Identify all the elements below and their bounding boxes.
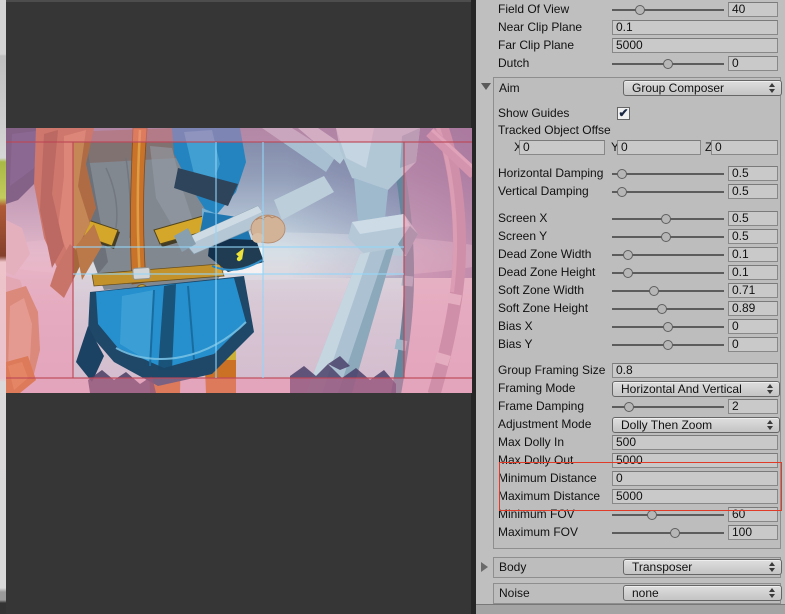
noise-section-title: Noise	[499, 586, 599, 601]
label-screen-y: Screen Y	[498, 229, 611, 244]
label-dead-zone-width: Dead Zone Width	[498, 247, 611, 262]
slider-track-minimum-fov[interactable]	[612, 514, 724, 516]
slider-thumb-maximum-fov[interactable]	[670, 528, 680, 538]
body-dropdown-value: Transposer	[632, 560, 692, 574]
dropdown-arrows-icon	[769, 588, 776, 598]
label-bias-y: Bias Y	[498, 337, 611, 352]
label-far-clip-plane: Far Clip Plane	[498, 38, 611, 53]
slider-thumb-field-of-view[interactable]	[635, 5, 645, 15]
composer-guides	[6, 128, 472, 393]
slider-thumb-screen-x[interactable]	[661, 214, 671, 224]
panel-top-border	[0, 0, 476, 2]
value-field-dead-zone-width[interactable]: 0.1	[728, 247, 778, 262]
label-maximum-fov: Maximum FOV	[498, 525, 611, 540]
label-adjustment-mode: Adjustment Mode	[498, 417, 611, 432]
vector-field-z[interactable]: 0	[711, 140, 778, 155]
noise-dropdown-value: none	[632, 586, 659, 600]
value-field-horizontal-damping[interactable]: 0.5	[728, 166, 778, 181]
body-implementation-dropdown[interactable]: Transposer	[623, 559, 782, 575]
aim-section-title: Aim	[499, 81, 599, 96]
text-field-max-dolly-in[interactable]: 500	[612, 435, 778, 450]
aim-foldout-icon[interactable]	[481, 83, 491, 90]
label-max-dolly-in: Max Dolly In	[498, 435, 611, 450]
slider-thumb-dutch[interactable]	[663, 59, 673, 69]
label-show-guides: Show Guides	[498, 106, 611, 121]
value-field-bias-y[interactable]: 0	[728, 337, 778, 352]
text-field-near-clip-plane[interactable]: 0.1	[612, 20, 778, 35]
slider-track-soft-zone-height[interactable]	[612, 308, 724, 310]
noise-implementation-dropdown[interactable]: none	[623, 585, 782, 601]
section-noise: Noise none	[493, 583, 781, 604]
label-framing-mode: Framing Mode	[498, 381, 611, 396]
value-field-screen-x[interactable]: 0.5	[728, 211, 778, 226]
value-field-field-of-view[interactable]: 40	[728, 2, 778, 17]
value-field-soft-zone-width[interactable]: 0.71	[728, 283, 778, 298]
vector-field-y[interactable]: 0	[617, 140, 701, 155]
label-dead-zone-height: Dead Zone Height	[498, 265, 611, 280]
checkbox-show-guides[interactable]: ✔	[617, 107, 630, 120]
slider-thumb-bias-y[interactable]	[663, 340, 673, 350]
slider-thumb-soft-zone-width[interactable]	[649, 286, 659, 296]
label-tracked-object-offset: Tracked Object Offset	[498, 123, 611, 138]
value-field-vertical-damping[interactable]: 0.5	[728, 184, 778, 199]
label-vertical-damping: Vertical Damping	[498, 184, 611, 199]
label-group-framing-size: Group Framing Size	[498, 363, 611, 378]
value-field-soft-zone-height[interactable]: 0.89	[728, 301, 778, 316]
value-field-bias-x[interactable]: 0	[728, 319, 778, 334]
value-field-maximum-fov[interactable]: 100	[728, 525, 778, 540]
dropdown-arrows-icon	[769, 562, 776, 572]
vector-field-x[interactable]: 0	[519, 140, 605, 155]
dropdown-arrows-icon	[769, 83, 776, 93]
game-view	[6, 128, 472, 393]
label-field-of-view: Field Of View	[498, 2, 611, 17]
dropdown-framing-mode[interactable]: Horizontal And Vertical	[612, 381, 780, 397]
body-foldout-icon[interactable]	[481, 562, 488, 572]
bottom-strip	[476, 605, 785, 614]
label-frame-damping: Frame Damping	[498, 399, 611, 414]
label-dutch: Dutch	[498, 56, 611, 71]
slider-thumb-minimum-fov[interactable]	[647, 510, 657, 520]
highlight-rectangle	[499, 462, 782, 511]
label-horizontal-damping: Horizontal Damping	[498, 166, 611, 181]
label-soft-zone-height: Soft Zone Height	[498, 301, 611, 316]
label-screen-x: Screen X	[498, 211, 611, 226]
text-field-group-framing-size[interactable]: 0.8	[612, 363, 778, 378]
aim-dropdown-value: Group Composer	[632, 81, 724, 95]
dropdown-adjustment-mode[interactable]: Dolly Then Zoom	[612, 417, 780, 433]
slider-track-field-of-view[interactable]	[612, 9, 724, 11]
slider-thumb-screen-y[interactable]	[661, 232, 671, 242]
label-near-clip-plane: Near Clip Plane	[498, 20, 611, 35]
slider-track-soft-zone-width[interactable]	[612, 290, 724, 292]
inspector-panel: Aim Group Composer Body Transposer Noise…	[476, 0, 785, 614]
slider-track-vertical-damping[interactable]	[612, 191, 724, 193]
dropdown-value-framing-mode: Horizontal And Vertical	[621, 382, 742, 396]
aim-implementation-dropdown[interactable]: Group Composer	[623, 80, 782, 96]
value-field-screen-y[interactable]: 0.5	[728, 229, 778, 244]
unity-editor: { "inspector": { "lens_rows": [ {"kind":…	[0, 0, 785, 614]
label-bias-x: Bias X	[498, 319, 611, 334]
value-field-dead-zone-height[interactable]: 0.1	[728, 265, 778, 280]
dropdown-value-adjustment-mode: Dolly Then Zoom	[621, 418, 712, 432]
body-section-title: Body	[499, 560, 599, 575]
slider-track-maximum-fov[interactable]	[612, 532, 724, 534]
label-soft-zone-width: Soft Zone Width	[498, 283, 611, 298]
value-field-frame-damping[interactable]: 2	[728, 399, 778, 414]
dropdown-arrows-icon	[767, 420, 774, 430]
section-body: Body Transposer	[493, 557, 781, 578]
slider-track-horizontal-damping[interactable]	[612, 173, 724, 175]
slider-thumb-bias-x[interactable]	[663, 322, 673, 332]
dropdown-arrows-icon	[767, 384, 774, 394]
text-field-far-clip-plane[interactable]: 5000	[612, 38, 778, 53]
value-field-dutch[interactable]: 0	[728, 56, 778, 71]
